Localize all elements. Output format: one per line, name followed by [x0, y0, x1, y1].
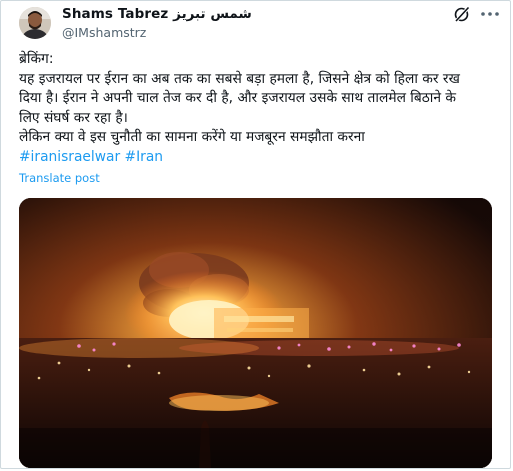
post-text-line: ब्रेकिंग: — [19, 51, 54, 67]
avatar-photo — [19, 7, 51, 39]
translate-post-link[interactable]: Translate post — [19, 171, 100, 185]
post-card: Shams Tabrez شمس تبریز @IMshamstrz ब्रेक… — [0, 0, 511, 469]
hashtag-line: #iranisraelwar #Iran — [19, 148, 504, 168]
post-text-line: लेकिन क्या वे इस चुनौती का सामना करेंगे … — [19, 129, 365, 145]
author-handle[interactable]: @IMshamstrz — [62, 25, 146, 40]
hashtag-link[interactable]: #iranisraelwar — [19, 149, 120, 165]
post-text-line: यह इजरायल पर ईरान का अब तक का सबसे बड़ा … — [19, 70, 460, 87]
post-text: ब्रेकिंग: यह इजरायल पर ईरान का अब तक का … — [19, 50, 504, 167]
more-icon[interactable] — [479, 10, 501, 18]
post-media-video[interactable] — [19, 198, 492, 468]
explosion-image — [19, 198, 492, 468]
avatar[interactable] — [19, 7, 51, 39]
author-display-name[interactable]: Shams Tabrez شمس تبریز — [62, 6, 252, 22]
hashtag-link[interactable]: #Iran — [125, 149, 164, 165]
post-text-line: दिया है। ईरान ने अपनी चाल तेज कर दी है, … — [19, 90, 456, 106]
grok-icon[interactable] — [453, 5, 471, 23]
post-text-line: लिए संघर्ष कर रहा है। — [19, 109, 128, 126]
